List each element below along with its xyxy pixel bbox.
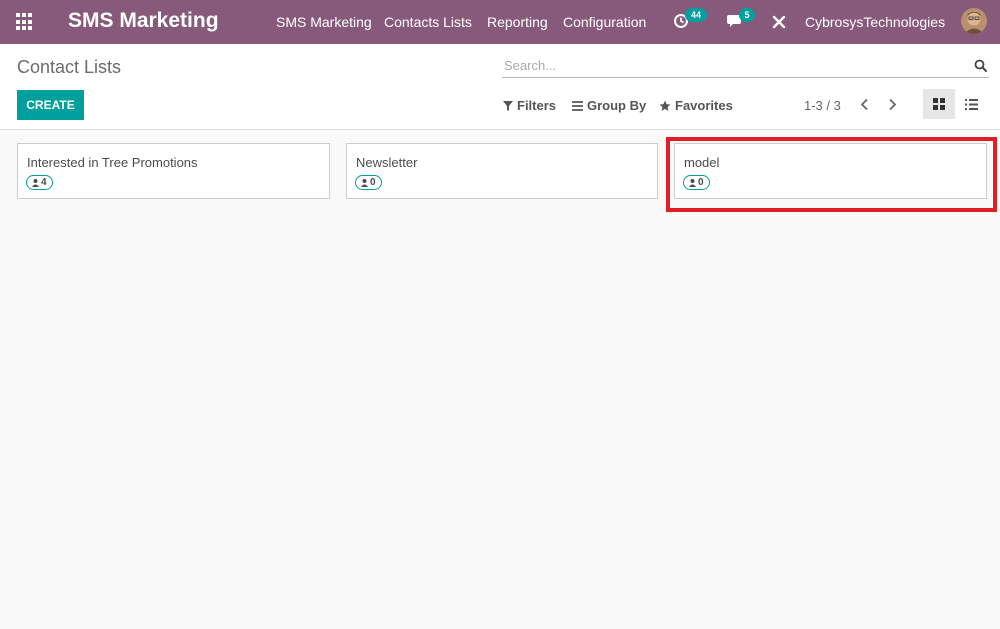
- kanban-icon: [933, 98, 945, 110]
- activities-count-badge: 44: [685, 8, 707, 22]
- user-avatar[interactable]: [961, 8, 987, 34]
- card-title: Interested in Tree Promotions: [27, 155, 198, 170]
- groupby-label: Group By: [587, 98, 647, 113]
- top-navbar: SMS Marketing SMS Marketing Contacts Lis…: [0, 0, 1000, 44]
- contact-count-tag[interactable]: 0: [355, 175, 382, 190]
- bars-icon: [572, 100, 583, 111]
- groupby-dropdown[interactable]: Group By: [572, 98, 646, 113]
- app-title[interactable]: SMS Marketing: [68, 9, 219, 33]
- debug-tools-button[interactable]: [771, 10, 787, 32]
- user-icon: [32, 178, 39, 187]
- contact-count: 0: [370, 177, 376, 188]
- contact-list-card[interactable]: Newsletter 0: [346, 143, 658, 199]
- list-icon: [964, 98, 978, 110]
- menu-configuration[interactable]: Configuration: [563, 14, 646, 30]
- company-switcher[interactable]: CybrosysTechnologies: [805, 14, 945, 30]
- contact-count-tag[interactable]: 4: [26, 175, 53, 190]
- search-input[interactable]: [502, 54, 989, 78]
- menu-reporting[interactable]: Reporting: [487, 14, 548, 30]
- activities-button[interactable]: 44: [673, 8, 709, 32]
- control-panel: Contact Lists CREATE Filters Group By Fa…: [0, 44, 1000, 130]
- filters-label: Filters: [517, 98, 557, 113]
- user-icon: [361, 178, 368, 187]
- menu-contacts-lists[interactable]: Contacts Lists: [384, 14, 472, 30]
- filters-dropdown[interactable]: Filters: [503, 98, 556, 113]
- chevron-right-icon[interactable]: [888, 98, 897, 111]
- apps-menu-icon[interactable]: [16, 13, 34, 31]
- menu-sms-marketing[interactable]: SMS Marketing: [276, 14, 372, 30]
- search-icon[interactable]: [974, 59, 987, 72]
- star-icon: [659, 100, 671, 111]
- messages-count-badge: 5: [739, 8, 755, 22]
- favorites-dropdown[interactable]: Favorites: [659, 98, 733, 113]
- tools-icon: [772, 15, 786, 29]
- list-view-button[interactable]: [955, 89, 987, 119]
- messages-button[interactable]: 5: [727, 8, 759, 32]
- card-title: Newsletter: [356, 155, 418, 170]
- chevron-left-icon[interactable]: [860, 98, 869, 111]
- contact-list-card[interactable]: Interested in Tree Promotions 4: [17, 143, 330, 199]
- kanban-view-button[interactable]: [923, 89, 955, 119]
- filter-icon: [503, 100, 513, 111]
- breadcrumb: Contact Lists: [17, 57, 122, 77]
- contact-count: 4: [41, 177, 47, 188]
- highlight-box: [666, 137, 997, 212]
- favorites-label: Favorites: [675, 98, 733, 113]
- pager-value[interactable]: 1-3 / 3: [804, 98, 841, 113]
- create-button[interactable]: CREATE: [17, 90, 84, 120]
